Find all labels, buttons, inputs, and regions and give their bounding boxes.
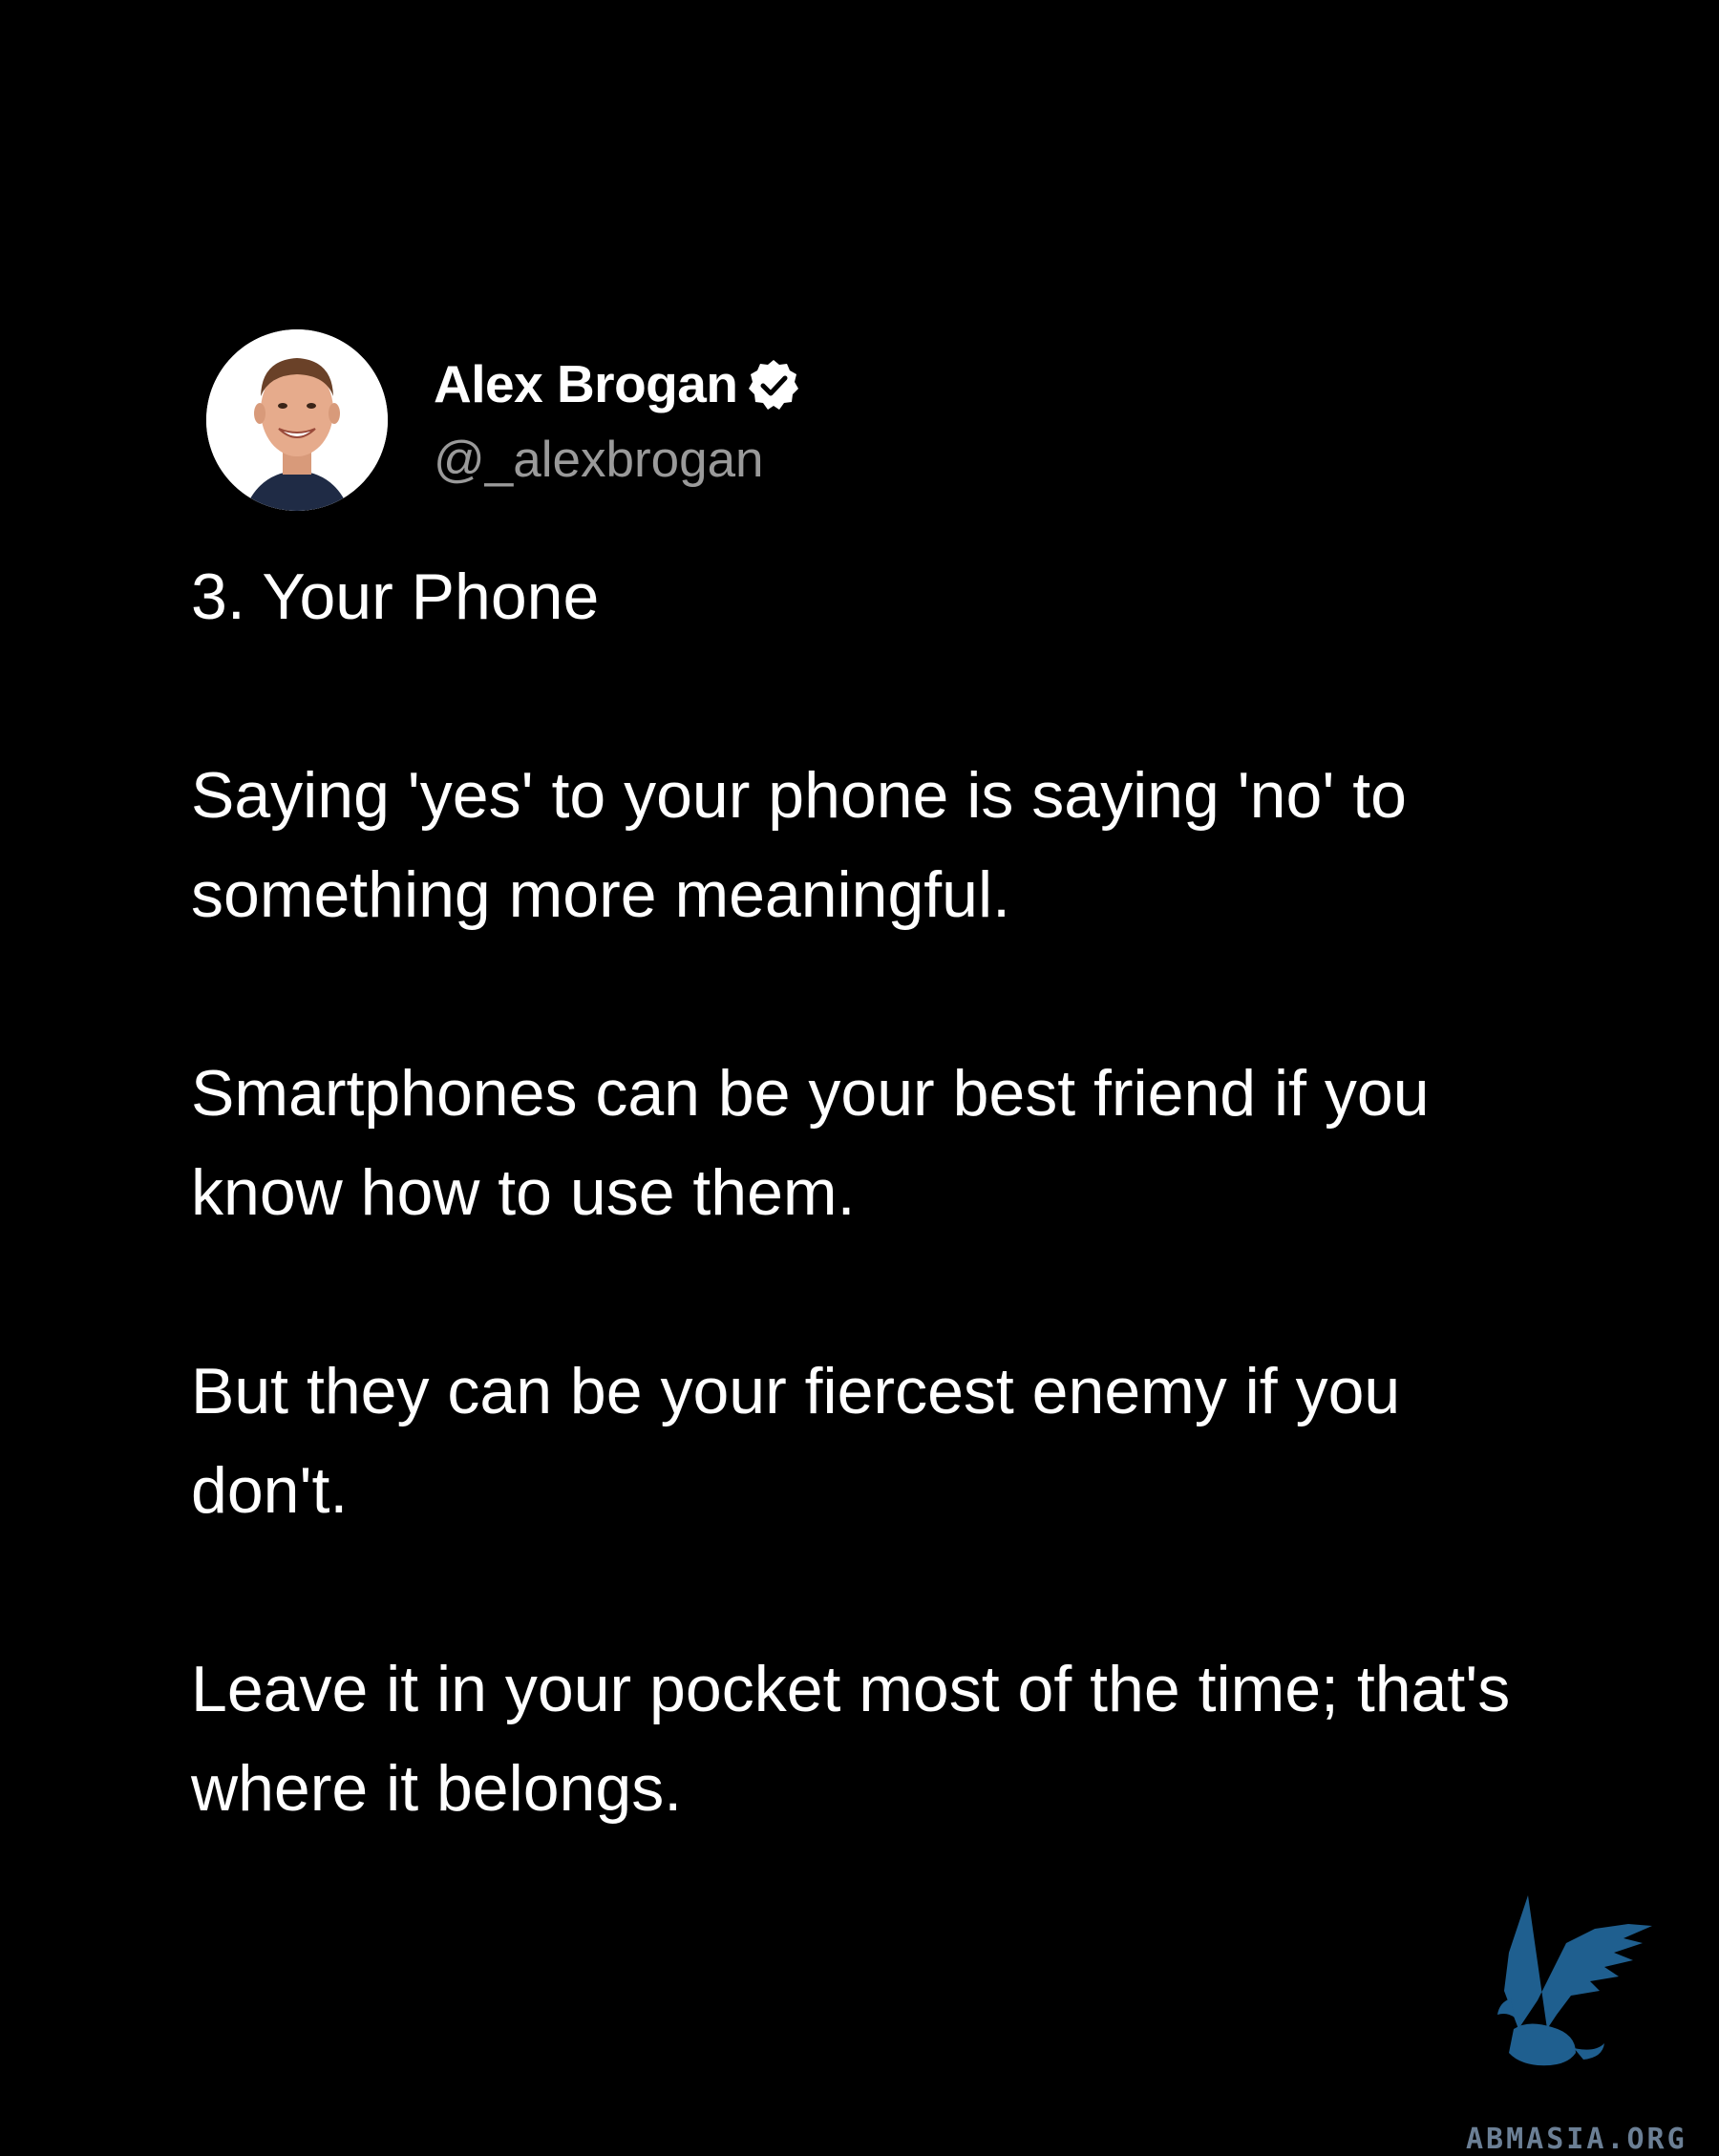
avatar-photo	[206, 329, 388, 511]
post-paragraph: Leave it in your pocket most of the time…	[191, 1653, 1511, 1825]
post-card: Alex Brogan @_alexbrogan 3. Your Phone S…	[191, 329, 1547, 1838]
avatar[interactable]	[206, 329, 388, 511]
post-paragraph: Smartphones can be your best friend if y…	[191, 1057, 1430, 1229]
post-paragraph: Saying 'yes' to your phone is saying 'no…	[191, 759, 1407, 931]
post-body: 3. Your Phone Saying 'yes' to your phone…	[191, 547, 1547, 1838]
post-header: Alex Brogan @_alexbrogan	[206, 329, 1547, 511]
author-info: Alex Brogan @_alexbrogan	[434, 356, 802, 485]
watermark-text: ABMASIA.ORG	[1466, 2123, 1687, 2156]
post-title: 3. Your Phone	[191, 560, 600, 633]
verified-badge-icon	[745, 356, 802, 413]
name-row: Alex Brogan	[434, 356, 802, 413]
griffin-logo-icon	[1461, 1886, 1671, 2077]
author-handle[interactable]: @_alexbrogan	[434, 434, 802, 485]
author-name[interactable]: Alex Brogan	[434, 358, 738, 411]
post-paragraph: But they can be your fiercest enemy if y…	[191, 1355, 1401, 1527]
